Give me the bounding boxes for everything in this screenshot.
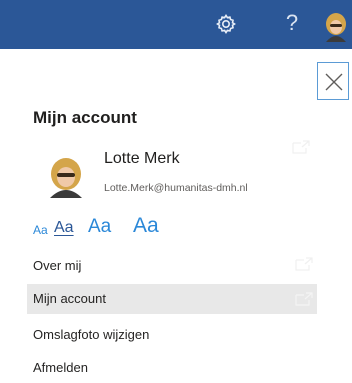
menu-item-label: Over mij — [33, 258, 82, 273]
external-link-icon — [295, 292, 313, 306]
help-icon[interactable]: ? — [282, 8, 302, 38]
user-avatar — [44, 154, 88, 198]
panel-title: Mijn account — [33, 108, 137, 127]
font-size-medium[interactable]: Aa — [54, 219, 74, 237]
menu-item-omslagfoto-wijzigen[interactable]: Omslagfoto wijzigen — [27, 320, 317, 350]
gear-icon[interactable] — [214, 12, 238, 36]
menu-item-afmelden[interactable]: Afmelden — [27, 353, 317, 383]
font-size-small[interactable]: Aa — [33, 223, 48, 237]
close-button[interactable] — [317, 62, 349, 100]
avatar[interactable] — [320, 10, 352, 42]
user-name: Lotte Merk — [104, 150, 180, 167]
font-size-large[interactable]: Aa — [88, 216, 111, 238]
menu-item-label: Afmelden — [33, 360, 88, 375]
user-email: Lotte.Merk@humanitas-dmh.nl — [104, 182, 248, 194]
close-icon — [325, 73, 343, 91]
menu-item-label: Mijn account — [33, 291, 106, 306]
menu-item-mijn-account[interactable]: Mijn account — [27, 284, 317, 314]
top-bar: ? — [0, 0, 352, 49]
font-size-xlarge[interactable]: Aa — [133, 214, 159, 238]
external-link-icon — [292, 140, 310, 154]
external-link-icon — [295, 257, 313, 271]
menu-item-label: Omslagfoto wijzigen — [33, 327, 150, 342]
menu-item-over-mij[interactable]: Over mij — [27, 251, 317, 281]
